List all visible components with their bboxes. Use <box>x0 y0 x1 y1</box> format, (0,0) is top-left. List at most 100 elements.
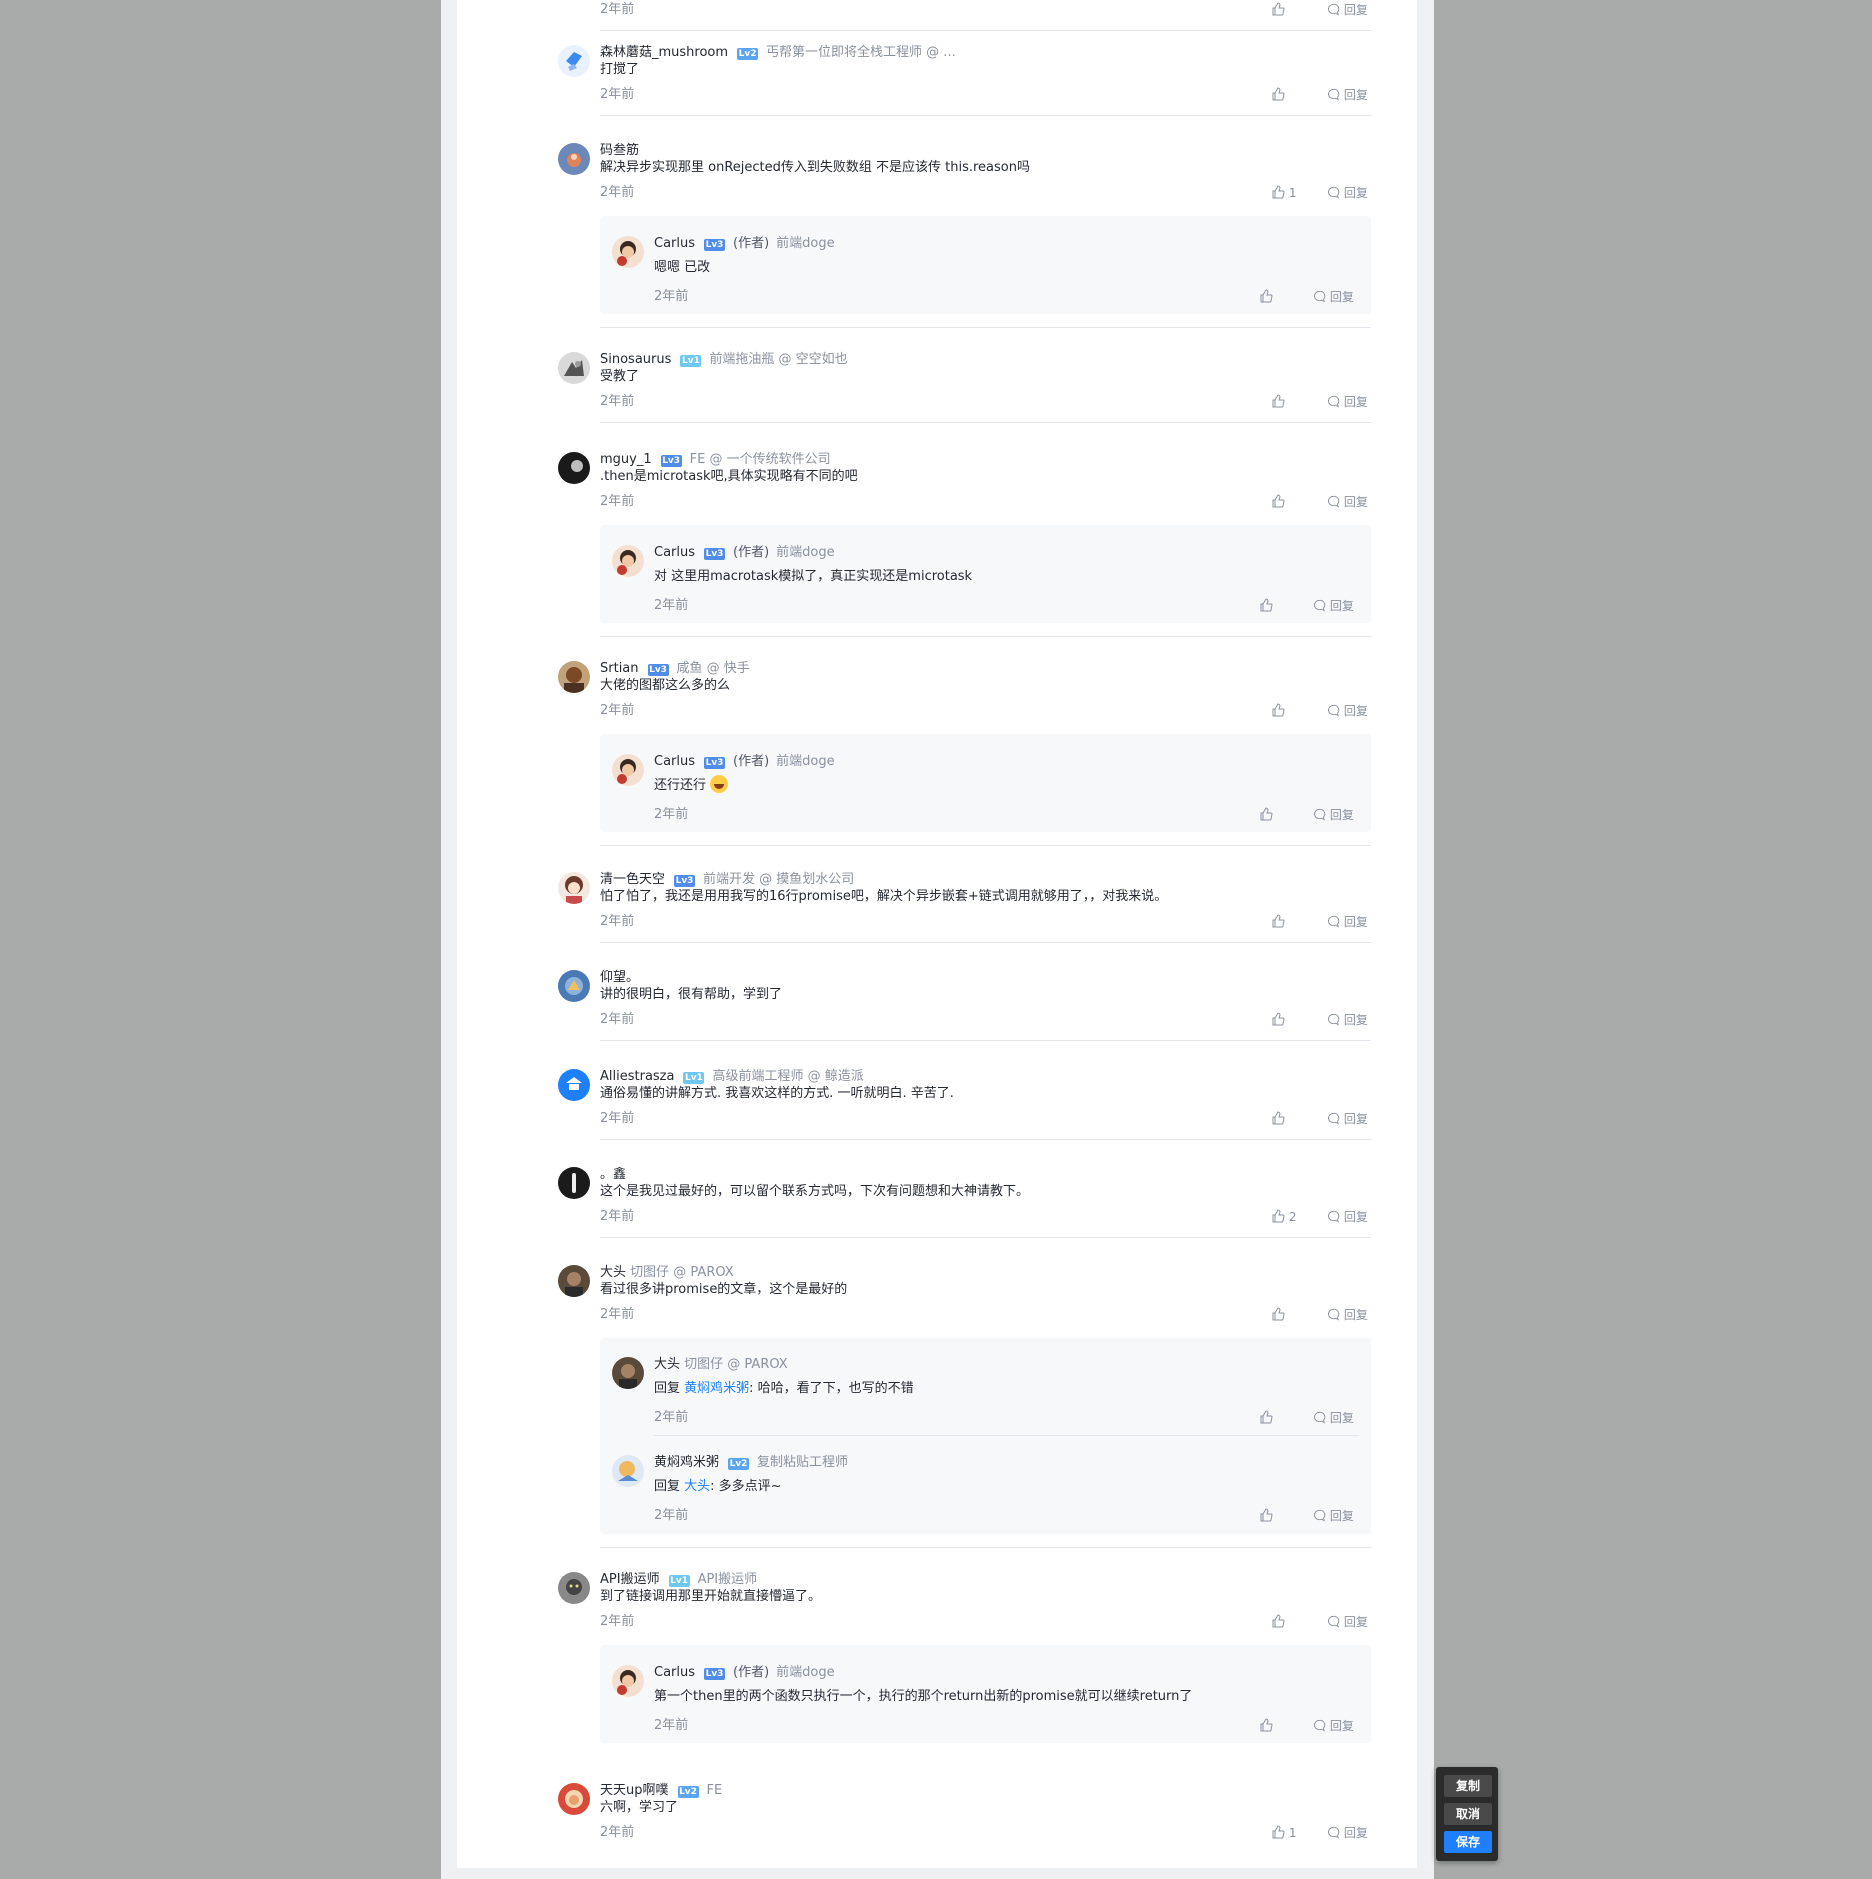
avatar[interactable] <box>612 1357 644 1389</box>
comment-icon <box>1314 290 1326 303</box>
like-button[interactable] <box>1271 701 1285 721</box>
comment-text: 第一个then里的两个函数只执行一个，执行的那个return出新的promise… <box>654 1689 1193 1704</box>
username[interactable]: 码叁筋 <box>600 143 639 158</box>
username[interactable]: 森林蘑菇_mushroom <box>600 45 728 60</box>
avatar[interactable] <box>558 970 590 1002</box>
comment-time: 2年前 <box>600 494 635 509</box>
avatar[interactable] <box>558 1069 590 1101</box>
reply-button[interactable]: 回复 <box>1313 1408 1354 1428</box>
like-button[interactable]: 1 <box>1271 183 1296 203</box>
like-button[interactable] <box>1259 596 1273 616</box>
username[interactable]: mguy_1 <box>600 452 652 467</box>
reply-button[interactable]: 回复 <box>1327 1305 1368 1325</box>
like-count: 1 <box>1288 186 1297 200</box>
reply-button[interactable]: 回复 <box>1327 1823 1368 1843</box>
cancel-button[interactable]: 取消 <box>1444 1803 1492 1825</box>
thumbs-up-icon <box>1272 87 1285 101</box>
like-button[interactable] <box>1271 1612 1285 1632</box>
like-button[interactable] <box>1271 0 1285 20</box>
reply-button[interactable]: 回复 <box>1313 596 1354 616</box>
avatar[interactable] <box>558 661 590 693</box>
like-button[interactable] <box>1259 287 1273 307</box>
like-button[interactable] <box>1271 912 1285 932</box>
reply-button[interactable]: 回复 <box>1327 85 1368 105</box>
username[interactable]: 清一色天空 <box>600 872 665 887</box>
avatar[interactable] <box>612 1665 644 1697</box>
username[interactable]: 天天up啊噗 <box>600 1783 669 1798</box>
avatar[interactable] <box>558 352 590 384</box>
like-button[interactable] <box>1271 1010 1285 1030</box>
avatar[interactable] <box>558 1783 590 1815</box>
username[interactable]: Srtian <box>600 661 639 676</box>
like-button[interactable] <box>1271 492 1285 512</box>
level-badge: Lv2 <box>728 1458 750 1470</box>
reply-button[interactable]: 回复 <box>1313 1716 1354 1736</box>
user-job: 咸鱼 @ 快手 <box>676 661 750 676</box>
username[interactable]: Carlus <box>654 545 695 560</box>
reply-to-user-link[interactable]: 黄焖鸡米粥 <box>684 1381 749 1396</box>
comment-header: 大头 切图仔 @ PAROX <box>654 1355 788 1375</box>
reply-button[interactable]: 回复 <box>1327 701 1368 721</box>
reply-button[interactable]: 回复 <box>1327 0 1368 20</box>
like-button[interactable] <box>1271 1109 1285 1129</box>
reply-button[interactable]: 回复 <box>1327 1010 1368 1030</box>
reply-to-user-link[interactable]: 大头 <box>684 1479 710 1494</box>
username[interactable]: API搬运师 <box>600 1572 660 1587</box>
like-button[interactable] <box>1271 1305 1285 1325</box>
avatar[interactable] <box>612 545 644 577</box>
username[interactable]: Alliestrasza <box>600 1069 674 1084</box>
like-button[interactable] <box>1259 1506 1273 1526</box>
avatar[interactable] <box>558 143 590 175</box>
reply-button[interactable]: 回复 <box>1327 1109 1368 1129</box>
user-job: 切图仔 @ PAROX <box>630 1265 734 1280</box>
like-button[interactable]: 1 <box>1271 1823 1296 1843</box>
avatar[interactable] <box>558 1265 590 1297</box>
comment-icon <box>1314 1719 1326 1732</box>
comment-time: 2年前 <box>600 1209 635 1224</box>
like-button[interactable]: 2 <box>1271 1207 1296 1227</box>
reply-button[interactable]: 回复 <box>1327 492 1368 512</box>
comment-icon <box>1328 3 1340 16</box>
avatar[interactable] <box>612 1455 644 1487</box>
avatar[interactable] <box>612 236 644 268</box>
username[interactable]: Carlus <box>654 236 695 251</box>
avatar[interactable] <box>558 1572 590 1604</box>
like-button[interactable] <box>1259 1408 1273 1428</box>
username[interactable]: Carlus <box>654 754 695 769</box>
username[interactable]: 大头 <box>600 1265 626 1280</box>
like-button[interactable] <box>1271 85 1285 105</box>
avatar[interactable] <box>558 1167 590 1199</box>
like-button[interactable] <box>1259 805 1273 825</box>
avatar[interactable] <box>558 452 590 484</box>
avatar[interactable] <box>612 754 644 786</box>
thumbs-up-icon <box>1260 807 1273 821</box>
username[interactable]: Sinosaurus <box>600 352 671 367</box>
reply-button[interactable]: 回复 <box>1327 183 1368 203</box>
reply-button[interactable]: 回复 <box>1313 805 1354 825</box>
reply-button[interactable]: 回复 <box>1327 1612 1368 1632</box>
level-badge: Lv2 <box>677 1786 699 1798</box>
like-button[interactable] <box>1259 1716 1273 1736</box>
thumbs-up-icon <box>1272 1307 1285 1321</box>
reply-button[interactable]: 回复 <box>1313 287 1354 307</box>
avatar[interactable] <box>558 872 590 904</box>
divider <box>654 1435 1359 1436</box>
copy-button[interactable]: 复制 <box>1444 1775 1492 1797</box>
username[interactable]: 仰望。 <box>600 970 639 985</box>
comment-text-body: 还行还行 <box>654 778 707 793</box>
username[interactable]: Carlus <box>654 1665 695 1680</box>
like-button[interactable] <box>1271 392 1285 412</box>
comment-time: 2年前 <box>654 1718 689 1733</box>
reply-button[interactable]: 回复 <box>1327 1207 1368 1227</box>
comment-time: 2年前 <box>654 598 689 613</box>
reply-button[interactable]: 回复 <box>1313 1506 1354 1526</box>
author-tag: (作者) <box>733 1665 770 1680</box>
save-button[interactable]: 保存 <box>1444 1831 1492 1853</box>
comment-time: 2年前 <box>654 289 689 304</box>
username[interactable]: 黄焖鸡米粥 <box>654 1455 719 1470</box>
username[interactable]: 。鑫 <box>600 1167 626 1182</box>
username[interactable]: 大头 <box>654 1357 680 1372</box>
avatar[interactable] <box>558 45 590 77</box>
reply-button[interactable]: 回复 <box>1327 912 1368 932</box>
reply-button[interactable]: 回复 <box>1327 392 1368 412</box>
